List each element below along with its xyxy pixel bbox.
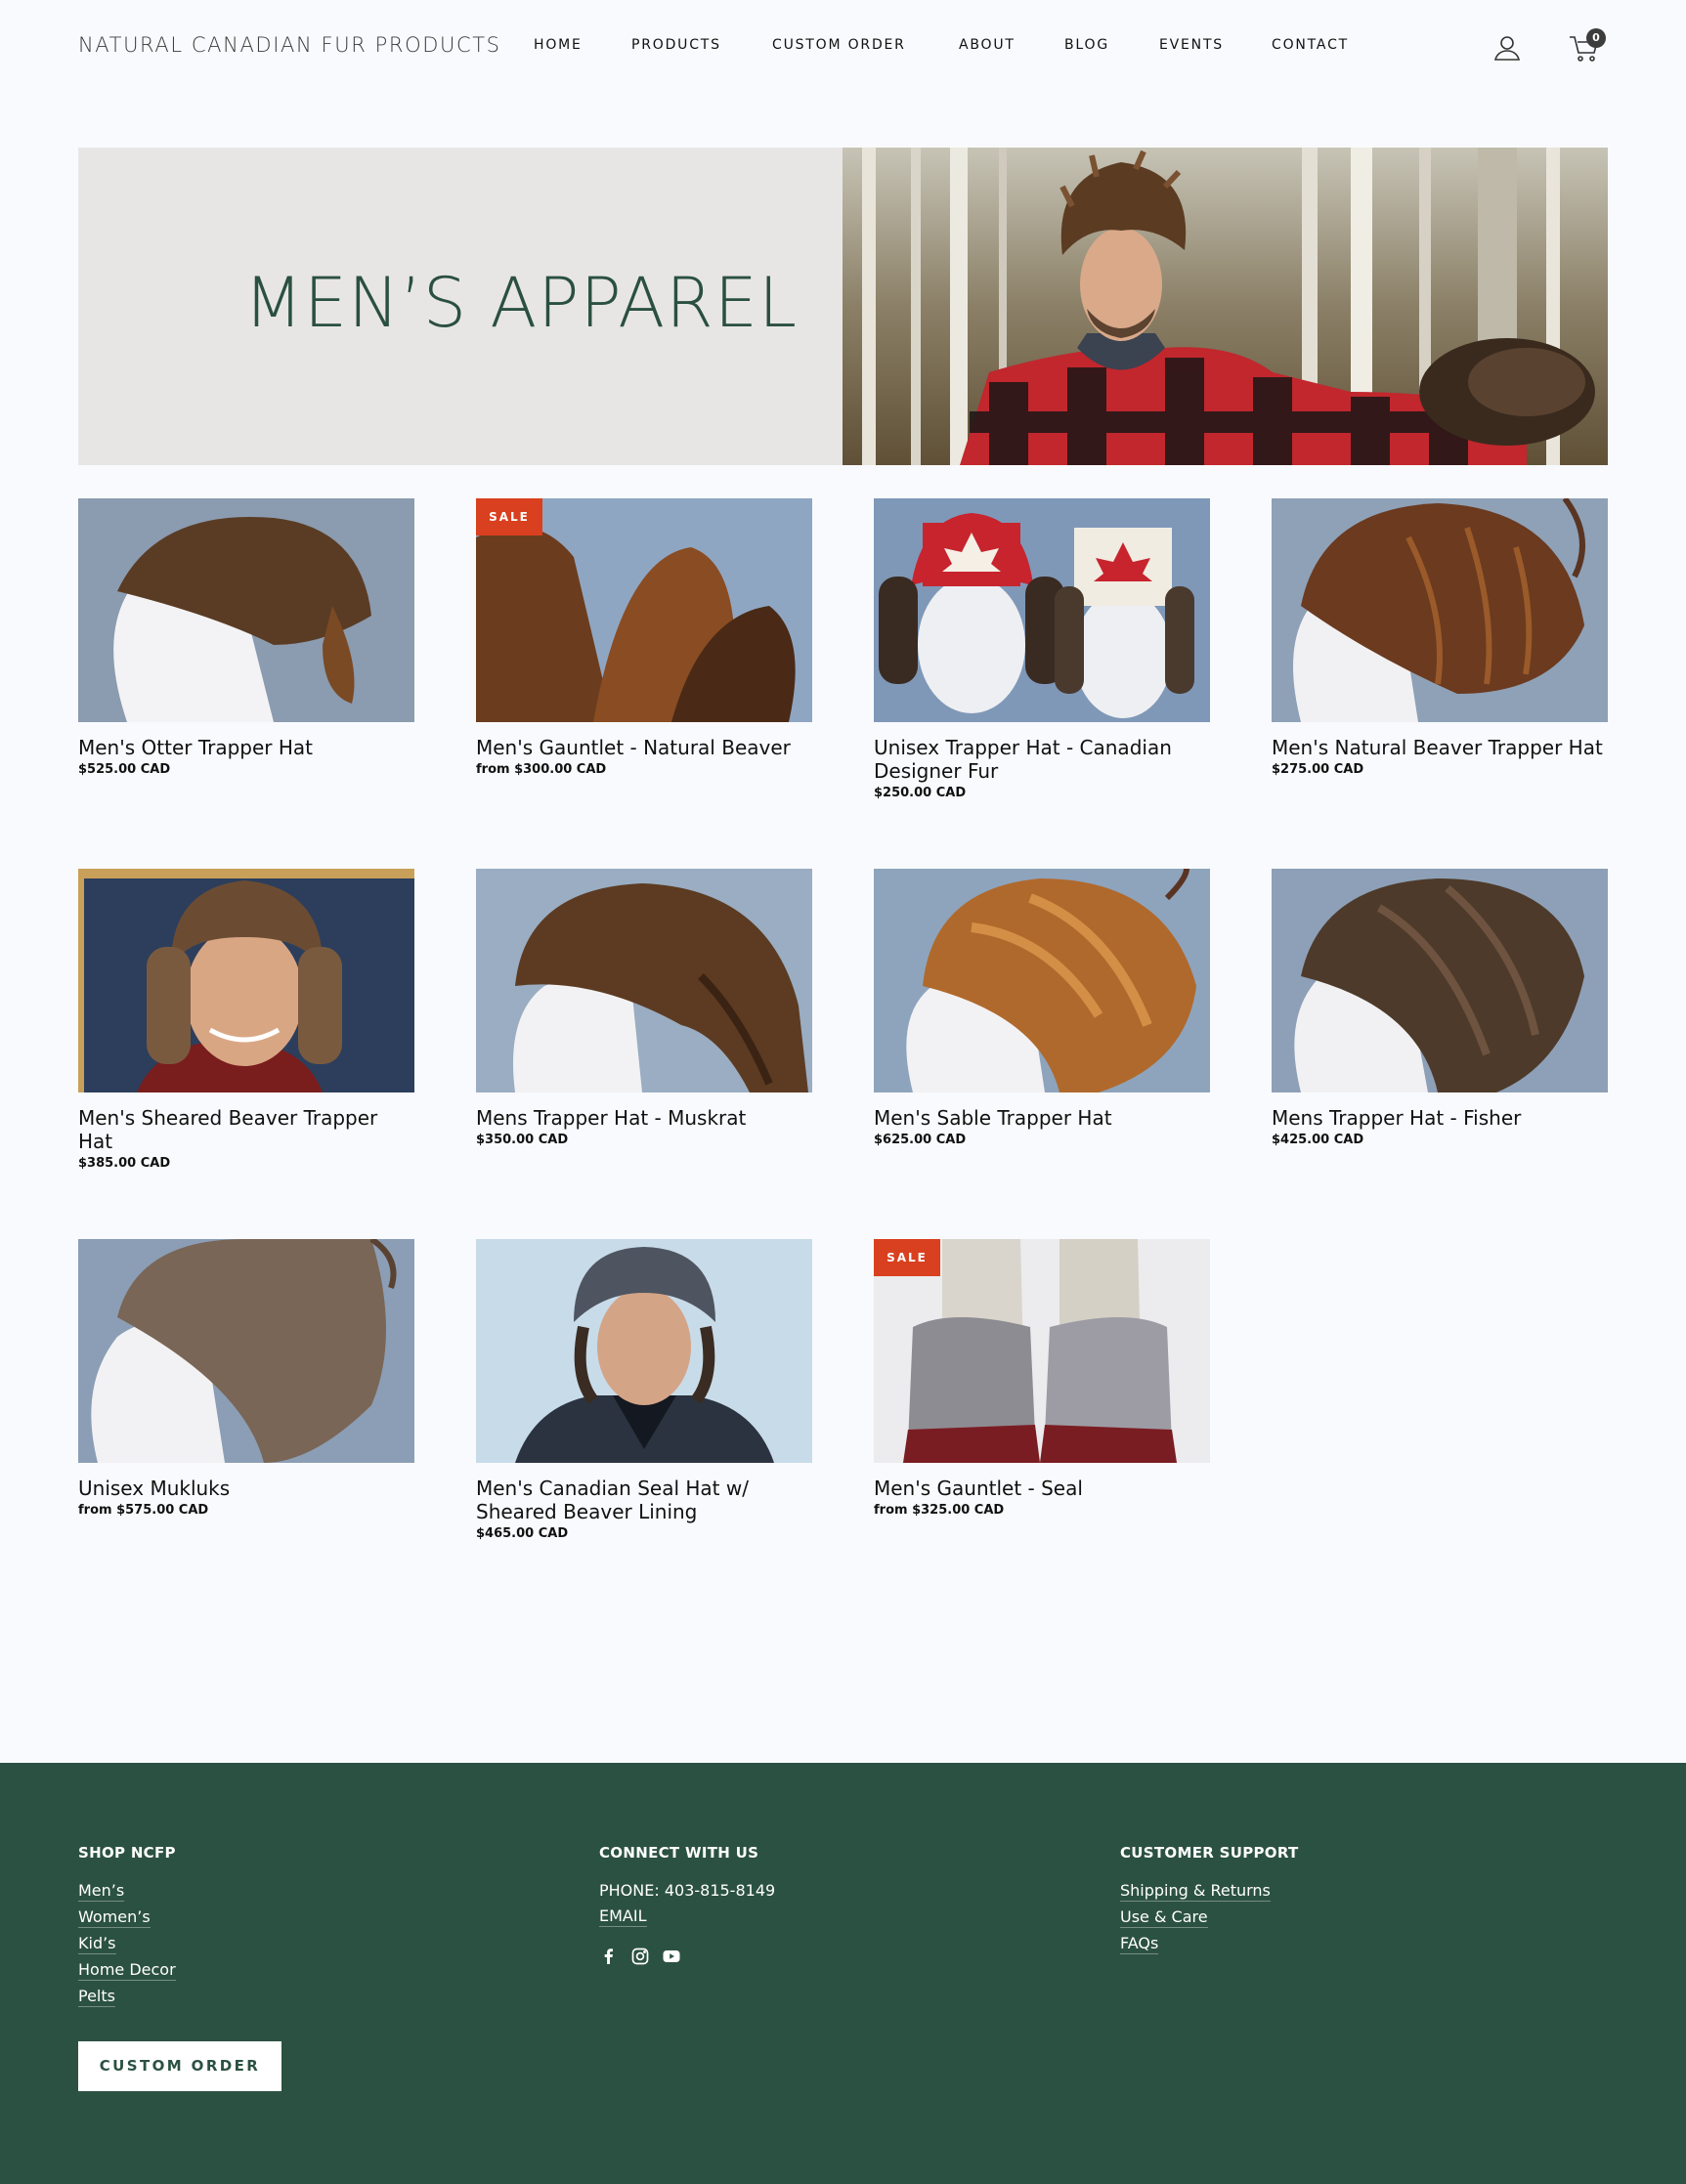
product-image[interactable] [1272,869,1608,1092]
footer-shop-links: Men’s Women’s Kid’s Home Decor Pelts [78,1881,176,2007]
social-links [599,1947,775,1966]
sale-badge: SALE [874,1239,940,1276]
youtube-icon[interactable] [662,1947,681,1966]
site-logo[interactable]: NATURAL CANADIAN FUR PRODUCTS [78,33,501,57]
product-title[interactable]: Men's Gauntlet - Seal [874,1477,1210,1500]
footer-link-pelts[interactable]: Pelts [78,1987,115,2007]
nav-products[interactable]: PRODUCTS [631,37,721,53]
cart-count-badge: 0 [1586,28,1606,48]
site-footer: SHOP NCFP Men’s Women’s Kid’s Home Decor… [0,1763,1686,2184]
product-image[interactable] [78,1239,414,1463]
product-image[interactable] [476,1239,812,1463]
product-price: $525.00 CAD [78,762,171,777]
product-price: $350.00 CAD [476,1133,569,1147]
product-card[interactable]: Mens Trapper Hat - Muskrat $350.00 CAD [476,869,812,1149]
product-price: $250.00 CAD [874,786,967,800]
footer-heading: SHOP NCFP [78,1844,176,1862]
footer-link-use-care[interactable]: Use & Care [1120,1907,1208,1928]
nav-custom-order[interactable]: CUSTOM ORDER [772,37,906,53]
product-title[interactable]: Men's Sable Trapper Hat [874,1106,1210,1130]
product-card[interactable]: SALE Men's Gauntlet - Natural Beaver fro… [476,498,812,779]
product-title[interactable]: Men's Natural Beaver Trapper Hat [1272,736,1608,759]
product-price: $275.00 CAD [1272,762,1364,777]
nav-home[interactable]: HOME [534,37,583,53]
product-image[interactable] [1272,498,1608,722]
product-card[interactable]: Men's Canadian Seal Hat w/ Sheared Beave… [476,1239,812,1543]
product-title[interactable]: Men's Canadian Seal Hat w/ Sheared Beave… [476,1477,812,1523]
nav-blog[interactable]: BLOG [1064,37,1109,53]
product-image[interactable] [78,498,414,722]
product-price: from $325.00 CAD [874,1503,1005,1518]
product-image[interactable] [476,869,812,1092]
sale-badge: SALE [476,498,542,535]
product-image[interactable]: SALE [874,1239,1210,1463]
footer-connect-column: CONNECT WITH US PHONE: 403-815-8149 EMAI… [599,1843,775,1966]
footer-link-home-decor[interactable]: Home Decor [78,1960,176,1981]
footer-support-column: CUSTOMER SUPPORT Shipping & Returns Use … [1120,1843,1299,1960]
product-card[interactable]: Unisex Trapper Hat - Canadian Designer F… [874,498,1210,802]
collection-hero: MEN’S APPAREL [78,148,1608,465]
nav-contact[interactable]: CONTACT [1272,37,1349,53]
user-icon[interactable] [1492,33,1522,63]
product-title[interactable]: Men's Otter Trapper Hat [78,736,414,759]
product-image[interactable] [78,869,414,1092]
product-card[interactable]: Men's Sheared Beaver Trapper Hat $385.00… [78,869,414,1173]
footer-phone: PHONE: 403-815-8149 [599,1881,776,1900]
product-image[interactable] [874,869,1210,1092]
product-title[interactable]: Men's Gauntlet - Natural Beaver [476,736,812,759]
footer-support-links: Shipping & Returns Use & Care FAQs [1120,1881,1299,1954]
hero-image [843,148,1608,465]
footer-link-faqs[interactable]: FAQs [1120,1934,1159,1954]
footer-link-shipping-returns[interactable]: Shipping & Returns [1120,1881,1271,1902]
product-price: $625.00 CAD [874,1133,967,1147]
product-card[interactable]: Men's Sable Trapper Hat $625.00 CAD [874,869,1210,1149]
product-price: from $300.00 CAD [476,762,607,777]
footer-link-womens[interactable]: Women’s [78,1907,151,1928]
product-title[interactable]: Mens Trapper Hat - Muskrat [476,1106,812,1130]
product-title[interactable]: Men's Sheared Beaver Trapper Hat [78,1106,414,1153]
product-price: $385.00 CAD [78,1156,171,1171]
product-card[interactable]: Unisex Mukluks from $575.00 CAD [78,1239,414,1520]
nav-about[interactable]: ABOUT [959,37,1016,53]
footer-heading: CONNECT WITH US [599,1844,759,1862]
product-title[interactable]: Unisex Mukluks [78,1477,414,1500]
product-card[interactable]: Men's Otter Trapper Hat $525.00 CAD [78,498,414,779]
product-card[interactable]: Mens Trapper Hat - Fisher $425.00 CAD [1272,869,1608,1149]
product-card[interactable]: Men's Natural Beaver Trapper Hat $275.00… [1272,498,1608,779]
nav-events[interactable]: EVENTS [1159,37,1224,53]
product-price: from $575.00 CAD [78,1503,209,1518]
site-header: NATURAL CANADIAN FUR PRODUCTS HOME PRODU… [0,0,1686,94]
hero-text-panel: MEN’S APPAREL [78,148,843,465]
product-title[interactable]: Mens Trapper Hat - Fisher [1272,1106,1608,1130]
footer-email-link[interactable]: EMAIL [599,1906,647,1927]
instagram-icon[interactable] [630,1947,650,1966]
footer-link-kids[interactable]: Kid’s [78,1934,116,1954]
product-price: $465.00 CAD [476,1526,569,1541]
footer-heading: CUSTOMER SUPPORT [1120,1844,1299,1862]
footer-link-mens[interactable]: Men’s [78,1881,125,1902]
product-title[interactable]: Unisex Trapper Hat - Canadian Designer F… [874,736,1210,783]
footer-shop-column: SHOP NCFP Men’s Women’s Kid’s Home Decor… [78,1843,176,2013]
footer-contact-info: PHONE: 403-815-8149 EMAIL [599,1881,775,1927]
product-image[interactable] [874,498,1210,722]
product-price: $425.00 CAD [1272,1133,1364,1147]
custom-order-button[interactable]: CUSTOM ORDER [78,2041,281,2091]
product-card[interactable]: SALE Men's Gauntlet - Seal from $325.00 … [874,1239,1210,1520]
facebook-icon[interactable] [599,1947,619,1966]
product-image[interactable]: SALE [476,498,812,722]
page-title: MEN’S APPAREL [243,263,798,343]
